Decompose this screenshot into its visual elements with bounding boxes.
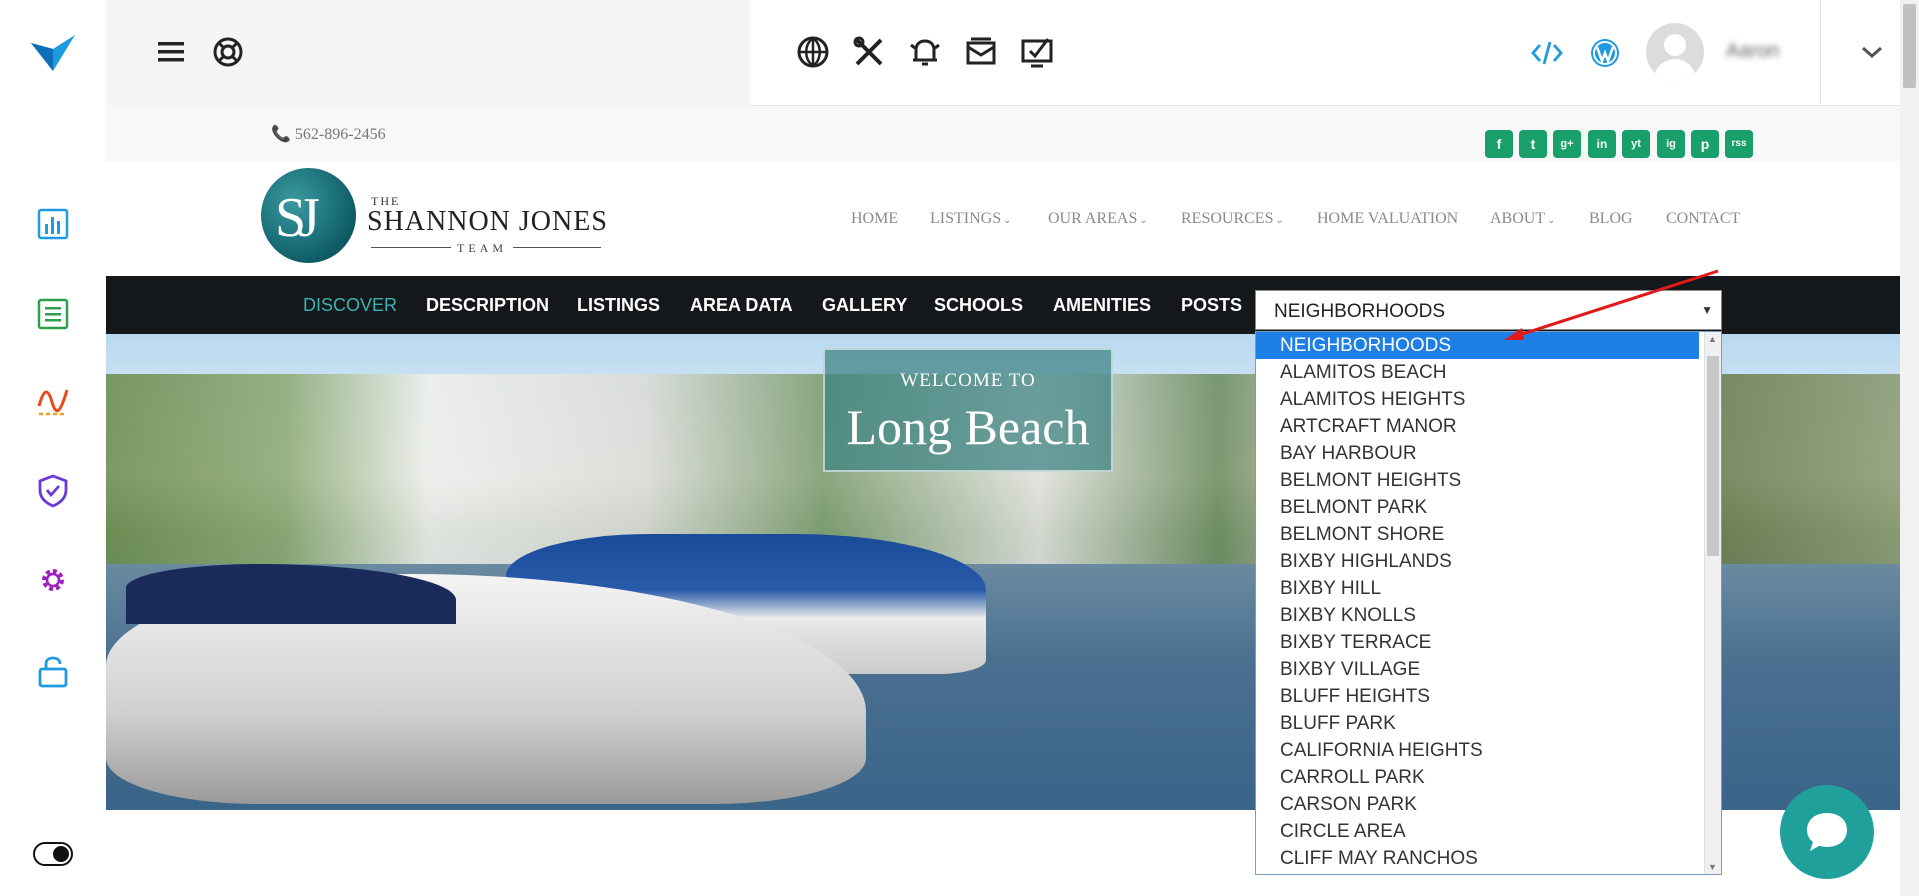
nav-our-areas-label: OUR AREAS — [1048, 210, 1138, 227]
admin-topbar: Aaron — [106, 0, 1900, 106]
dropdown-scrollbar[interactable]: ▲ ▼ — [1704, 332, 1721, 874]
chevron-down-icon: ⌄ — [1275, 215, 1284, 226]
youtube-icon[interactable]: yt — [1622, 130, 1650, 158]
subnav-gallery[interactable]: GALLERY — [822, 295, 907, 316]
nav-home[interactable]: HOME — [851, 210, 898, 228]
nav-home-valuation[interactable]: HOME VALUATION — [1317, 210, 1458, 228]
nav-resources-label: RESOURCES — [1181, 210, 1274, 227]
neighborhoods-dropdown-list[interactable]: NEIGHBORHOODS ALAMITOS BEACH ALAMITOS HE… — [1255, 331, 1722, 875]
app-logo-icon[interactable] — [31, 35, 75, 71]
app-rail — [0, 0, 106, 896]
subnav-listings[interactable]: LISTINGS — [577, 295, 660, 316]
nav-blog-label: BLOG — [1589, 210, 1633, 227]
username[interactable]: Aaron — [1726, 40, 1779, 63]
subnav-description[interactable]: DESCRIPTION — [426, 295, 549, 316]
nav-home-label: HOME — [851, 210, 899, 227]
page-scrollbar-thumb[interactable] — [1903, 4, 1916, 88]
dropdown-option[interactable]: CLIFF MAY RANCHOS — [1256, 845, 1699, 872]
inbox-icon[interactable] — [964, 35, 998, 69]
subnav-discover[interactable]: DISCOVER — [303, 295, 397, 316]
chat-button[interactable] — [1780, 785, 1874, 879]
dropdown-option[interactable]: CARROLL PARK — [1256, 764, 1699, 791]
nav-about-label: ABOUT — [1490, 210, 1546, 227]
dropdown-scrollbar-thumb[interactable] — [1707, 356, 1719, 556]
chevron-down-icon: ⌄ — [1003, 215, 1012, 226]
dropdown-option[interactable]: BIXBY TERRACE — [1256, 629, 1699, 656]
tools-icon[interactable] — [852, 35, 886, 69]
list-icon[interactable] — [36, 297, 70, 331]
twitter-icon[interactable]: t — [1519, 130, 1547, 158]
chevron-down-icon: ⌄ — [1547, 215, 1556, 226]
wordpress-icon[interactable] — [1588, 36, 1622, 70]
nav-contact-label: CONTACT — [1666, 210, 1741, 227]
linkedin-icon[interactable]: in — [1588, 130, 1616, 158]
dropdown-option[interactable]: BIXBY HILL — [1256, 575, 1699, 602]
support-icon[interactable] — [211, 35, 245, 69]
google-plus-icon[interactable]: g+ — [1553, 130, 1581, 158]
dropdown-option[interactable]: BIXBY VILLAGE — [1256, 656, 1699, 683]
welcome-label: WELCOME TO — [900, 370, 1036, 391]
nav-our-areas[interactable]: OUR AREAS ⌄ — [1048, 210, 1148, 228]
chart-line-icon[interactable] — [36, 384, 70, 418]
theme-toggle[interactable] — [33, 842, 73, 866]
site-topbar: 📞 562-896-2456 f t g+ in yt ig p rss — [106, 106, 1900, 162]
gear-icon[interactable] — [36, 563, 70, 597]
dropdown-option[interactable]: BAY HARBOUR — [1256, 440, 1699, 467]
analytics-icon[interactable] — [36, 207, 70, 241]
nav-blog[interactable]: BLOG — [1589, 210, 1633, 228]
dropdown-option[interactable]: ARTCRAFT MANOR — [1256, 413, 1699, 440]
nav-listings-label: LISTINGS — [930, 210, 1002, 227]
subnav-posts[interactable]: POSTS — [1181, 295, 1242, 316]
phone-number[interactable]: 📞 562-896-2456 — [271, 124, 386, 144]
dropdown-option[interactable]: BLUFF HEIGHTS — [1256, 683, 1699, 710]
city-title: Long Beach — [846, 399, 1090, 455]
nav-home-valuation-label: HOME VALUATION — [1317, 210, 1459, 227]
subnav-amenities[interactable]: AMENITIES — [1053, 295, 1151, 316]
avatar[interactable] — [1646, 23, 1704, 81]
dropdown-option[interactable]: ALAMITOS HEIGHTS — [1256, 386, 1699, 413]
dropdown-option[interactable]: CARSON PARK — [1256, 791, 1699, 818]
welcome-box: WELCOME TO Long Beach — [823, 348, 1113, 472]
subnav-schools[interactable]: SCHOOLS — [934, 295, 1023, 316]
topbar-divider — [1820, 0, 1821, 106]
pinterest-icon[interactable]: p — [1691, 130, 1719, 158]
nav-about[interactable]: ABOUT ⌄ — [1490, 210, 1556, 228]
subnav-area-data[interactable]: AREA DATA — [690, 295, 793, 316]
dropdown-option[interactable]: BELMONT PARK — [1256, 494, 1699, 521]
dropdown-option[interactable]: ALAMITOS BEACH — [1256, 359, 1699, 386]
dropdown-option[interactable]: BELMONT HEIGHTS — [1256, 467, 1699, 494]
annotation-arrow-icon — [1504, 269, 1719, 340]
shield-icon[interactable] — [36, 474, 70, 508]
page-scrollbar[interactable] — [1900, 0, 1919, 896]
chevron-down-icon: ⌄ — [1139, 215, 1148, 226]
facebook-icon[interactable]: f — [1485, 130, 1513, 158]
dropdown-option[interactable]: BLUFF PARK — [1256, 710, 1699, 737]
nav-resources[interactable]: RESOURCES ⌄ — [1181, 210, 1284, 228]
dropdown-option[interactable]: BIXBY KNOLLS — [1256, 602, 1699, 629]
chevron-down-icon[interactable] — [1855, 35, 1889, 69]
dropdown-option[interactable]: CIRCLE AREA — [1256, 818, 1699, 845]
select-value: NEIGHBORHOODS — [1274, 301, 1446, 322]
rss-icon[interactable]: rss — [1725, 130, 1753, 158]
dropdown-option[interactable]: CALIFORNIA HEIGHTS — [1256, 737, 1699, 764]
logo-team: TEAM — [451, 241, 513, 256]
main-nav: HOME LISTINGS ⌄ OUR AREAS ⌄ RESOURCES ⌄ HOM… — [106, 210, 1900, 240]
dropdown-option[interactable]: BELMONT SHORE — [1256, 521, 1699, 548]
globe-icon[interactable] — [796, 35, 830, 69]
dropdown-option[interactable]: BIXBY HIGHLANDS — [1256, 548, 1699, 575]
instagram-icon[interactable]: ig — [1657, 130, 1685, 158]
chat-bubble-icon — [1807, 813, 1847, 851]
nav-listings[interactable]: LISTINGS ⌄ — [930, 210, 1012, 228]
bell-icon[interactable] — [908, 35, 942, 69]
nav-contact[interactable]: CONTACT — [1666, 210, 1740, 228]
scroll-down-icon[interactable]: ▼ — [1708, 862, 1717, 872]
topbar-left-panel — [106, 0, 750, 106]
code-icon[interactable] — [1530, 36, 1564, 70]
monitor-check-icon[interactable] — [1020, 35, 1054, 69]
menu-icon[interactable] — [154, 35, 188, 69]
lock-icon[interactable] — [36, 655, 70, 689]
